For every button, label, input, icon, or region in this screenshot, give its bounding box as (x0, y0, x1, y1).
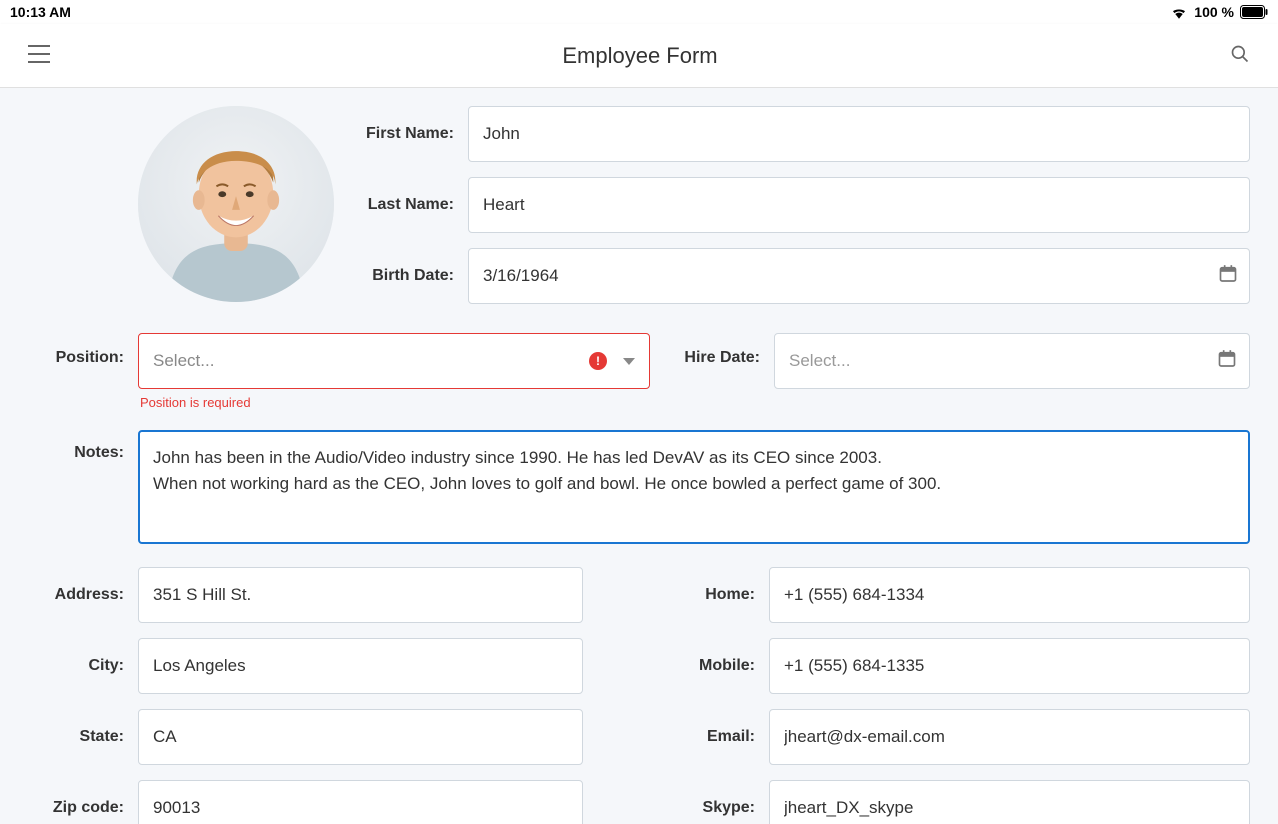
label-last-name: Last Name: (358, 196, 454, 214)
label-home: Home: (695, 586, 755, 604)
label-state: State: (28, 728, 124, 746)
status-battery-text: 100 % (1194, 4, 1234, 20)
app-header: Employee Form (0, 24, 1278, 88)
last-name-input[interactable] (468, 177, 1250, 233)
content: First Name: Last Name: Birth Date: Posit… (0, 88, 1278, 824)
calendar-icon[interactable] (1218, 264, 1238, 289)
home-phone-input[interactable] (769, 567, 1250, 623)
calendar-icon[interactable] (1217, 349, 1237, 374)
hamburger-icon (28, 51, 50, 66)
label-email: Email: (695, 728, 755, 746)
position-select[interactable]: Select... ! (138, 333, 650, 389)
label-skype: Skype: (695, 799, 755, 817)
label-zip: Zip code: (28, 799, 124, 817)
menu-button[interactable] (22, 39, 56, 72)
battery-icon (1240, 5, 1268, 19)
label-notes: Notes: (28, 430, 124, 462)
page-title: Employee Form (562, 43, 717, 69)
zip-input[interactable] (138, 780, 583, 824)
hire-date-placeholder: Select... (789, 351, 850, 371)
address-input[interactable] (138, 567, 583, 623)
status-bar: 10:13 AM 100 % (0, 0, 1278, 24)
birth-date-input[interactable] (468, 248, 1250, 304)
wifi-icon (1170, 5, 1188, 19)
status-time: 10:13 AM (10, 4, 71, 20)
label-address: Address: (28, 586, 124, 604)
label-first-name: First Name: (358, 125, 454, 143)
hire-date-input[interactable]: Select... (774, 333, 1250, 389)
first-name-input[interactable] (468, 106, 1250, 162)
state-input[interactable] (138, 709, 583, 765)
skype-input[interactable] (769, 780, 1250, 824)
status-right: 100 % (1170, 4, 1268, 20)
label-hire-date: Hire Date: (664, 333, 760, 367)
position-placeholder: Select... (153, 351, 214, 371)
label-city: City: (28, 657, 124, 675)
position-error-text: Position is required (140, 395, 650, 410)
error-icon: ! (589, 352, 607, 370)
search-icon (1230, 52, 1250, 67)
notes-textarea[interactable] (138, 430, 1250, 544)
label-mobile: Mobile: (695, 657, 755, 675)
employee-photo (138, 106, 334, 302)
chevron-down-icon (623, 351, 635, 371)
label-birth-date: Birth Date: (358, 267, 454, 285)
search-button[interactable] (1224, 38, 1256, 73)
city-input[interactable] (138, 638, 583, 694)
label-position: Position: (28, 333, 124, 367)
mobile-phone-input[interactable] (769, 638, 1250, 694)
email-input[interactable] (769, 709, 1250, 765)
